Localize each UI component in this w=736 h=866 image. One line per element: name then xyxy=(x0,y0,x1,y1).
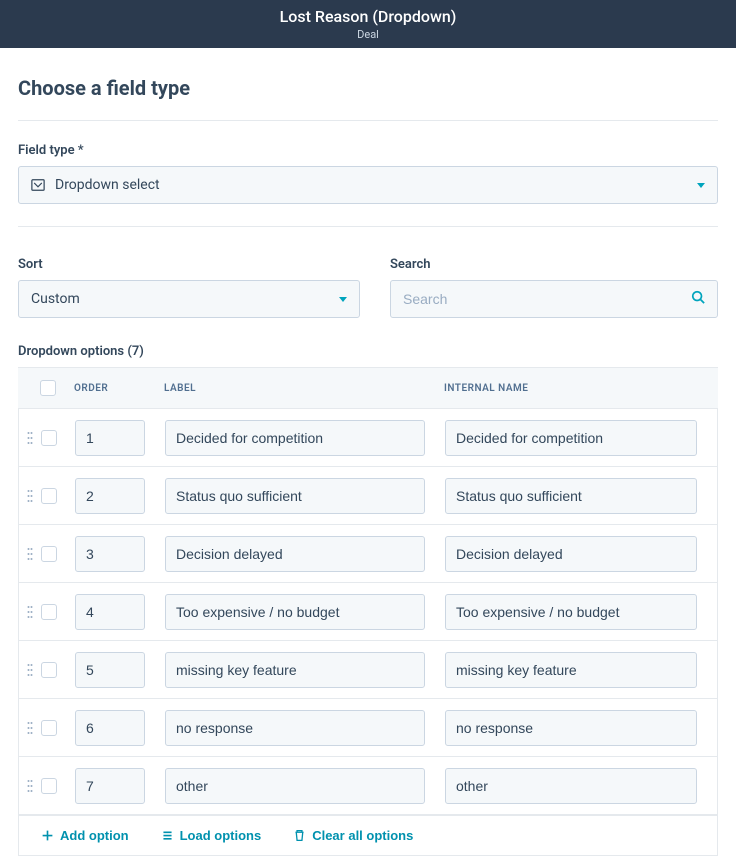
table-row xyxy=(19,583,717,641)
order-input[interactable] xyxy=(75,478,145,514)
drag-handle-icon[interactable] xyxy=(19,605,41,619)
search-icon[interactable] xyxy=(691,290,705,308)
table-row xyxy=(19,699,717,757)
label-input[interactable] xyxy=(165,594,425,630)
field-type-select[interactable]: Dropdown select xyxy=(18,166,718,204)
internal-name-input[interactable] xyxy=(445,652,697,688)
label-input[interactable] xyxy=(165,420,425,456)
order-input[interactable] xyxy=(75,710,145,746)
drag-handle-icon[interactable] xyxy=(19,779,41,793)
drag-handle-icon[interactable] xyxy=(19,547,41,561)
drag-handle-icon[interactable] xyxy=(19,663,41,677)
row-checkbox[interactable] xyxy=(41,604,57,620)
sort-label: Sort xyxy=(18,257,360,272)
label-input[interactable] xyxy=(165,536,425,572)
trash-icon xyxy=(293,829,306,842)
select-all-checkbox[interactable] xyxy=(40,380,56,396)
row-checkbox[interactable] xyxy=(41,720,57,736)
internal-name-input[interactable] xyxy=(445,768,697,804)
table-row xyxy=(19,409,717,467)
chevron-down-icon xyxy=(697,183,705,188)
field-type-label: Field type * xyxy=(18,143,718,158)
field-type-value: Dropdown select xyxy=(55,177,160,193)
internal-name-input[interactable] xyxy=(445,478,697,514)
sort-select[interactable]: Custom xyxy=(18,280,360,318)
col-internal: Internal Name xyxy=(444,383,528,394)
add-option-button[interactable]: Add option xyxy=(41,828,129,843)
col-label: Label xyxy=(164,383,196,394)
add-option-label: Add option xyxy=(60,828,129,843)
internal-name-input[interactable] xyxy=(445,420,697,456)
divider xyxy=(18,120,718,121)
table-row xyxy=(19,641,717,699)
row-checkbox[interactable] xyxy=(41,546,57,562)
search-label: Search xyxy=(390,257,718,272)
label-input[interactable] xyxy=(165,768,425,804)
label-input[interactable] xyxy=(165,478,425,514)
search-input[interactable] xyxy=(403,291,705,307)
table-footer-actions: Add option Load options Clear all option… xyxy=(18,816,718,856)
table-row xyxy=(19,757,717,815)
table-header: Order Label Internal Name xyxy=(18,367,718,409)
clear-options-button[interactable]: Clear all options xyxy=(293,828,413,843)
clear-options-label: Clear all options xyxy=(312,828,413,843)
divider xyxy=(18,226,718,227)
internal-name-input[interactable] xyxy=(445,536,697,572)
dropdown-type-icon xyxy=(31,178,45,192)
order-input[interactable] xyxy=(75,652,145,688)
load-options-button[interactable]: Load options xyxy=(161,828,262,843)
internal-name-input[interactable] xyxy=(445,594,697,630)
table-row xyxy=(19,467,717,525)
chevron-down-icon xyxy=(339,297,347,302)
header-subtitle: Deal xyxy=(357,28,379,41)
header-title: Lost Reason (Dropdown) xyxy=(280,7,457,26)
order-input[interactable] xyxy=(75,536,145,572)
label-input[interactable] xyxy=(165,710,425,746)
row-checkbox[interactable] xyxy=(41,488,57,504)
plus-icon xyxy=(41,829,54,842)
section-title: Choose a field type xyxy=(18,76,718,100)
row-checkbox[interactable] xyxy=(41,778,57,794)
load-options-label: Load options xyxy=(180,828,262,843)
options-table xyxy=(18,409,718,816)
drag-handle-icon[interactable] xyxy=(19,721,41,735)
list-icon xyxy=(161,829,174,842)
drag-handle-icon[interactable] xyxy=(19,431,41,445)
options-heading: Dropdown options (7) xyxy=(18,344,718,359)
page-header: Lost Reason (Dropdown) Deal xyxy=(0,0,736,48)
row-checkbox[interactable] xyxy=(41,662,57,678)
label-input[interactable] xyxy=(165,652,425,688)
row-checkbox[interactable] xyxy=(41,430,57,446)
col-order: Order xyxy=(74,383,108,394)
search-field-wrap xyxy=(390,280,718,318)
order-input[interactable] xyxy=(75,594,145,630)
drag-handle-icon[interactable] xyxy=(19,489,41,503)
table-row xyxy=(19,525,717,583)
order-input[interactable] xyxy=(75,768,145,804)
sort-value: Custom xyxy=(31,291,80,307)
order-input[interactable] xyxy=(75,420,145,456)
internal-name-input[interactable] xyxy=(445,710,697,746)
